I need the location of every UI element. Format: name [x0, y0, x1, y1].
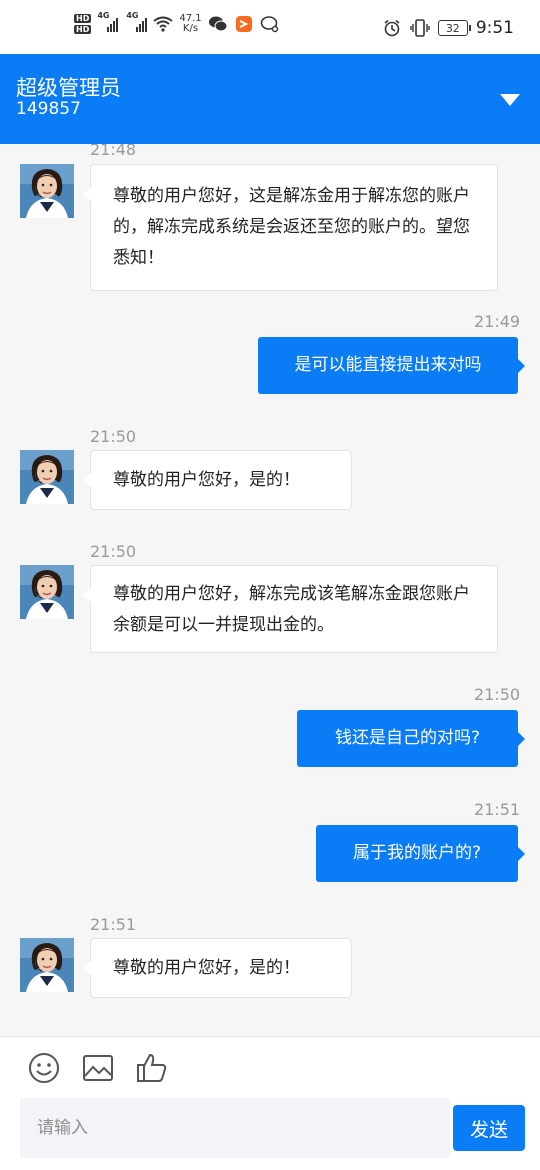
- incoming-message: 尊敬的用户您好，解冻完成该笔解冻金跟您账户余额是可以一并提现出金的。: [83, 565, 498, 653]
- hd-label-1: HD: [74, 14, 92, 23]
- signal-icon: 4G: [97, 11, 119, 32]
- contact-id: 149857: [16, 99, 81, 119]
- message-timestamp: 21:49: [474, 312, 521, 331]
- hd-icon: HD HD: [74, 14, 92, 34]
- battery-icon: 32: [437, 20, 471, 36]
- status-bar: HD HD 4G 4G 47.1 K/s 32 9:51: [0, 0, 540, 54]
- dropdown-arrow-icon[interactable]: [500, 92, 520, 106]
- network-speed-unit: K/s: [182, 23, 199, 34]
- app-icon: [234, 14, 254, 34]
- vibrate-icon: [410, 18, 430, 38]
- message-timestamp: 21:51: [474, 800, 521, 819]
- incoming-message: 尊敬的用户您好，这是解冻金用于解冻您的账户的，解冻完成系统是会返还至您的账户的。…: [83, 164, 498, 291]
- message-timestamp: 21:50: [90, 427, 137, 446]
- clock-time: 9:51: [475, 18, 514, 38]
- image-icon[interactable]: [81, 1051, 115, 1085]
- incoming-message: 尊敬的用户您好，是的！: [83, 938, 352, 998]
- agent-avatar: [20, 450, 74, 504]
- agent-avatar: [20, 565, 74, 619]
- send-button[interactable]: 发送: [453, 1105, 525, 1151]
- hd-label-2: HD: [74, 25, 92, 34]
- message-timestamp: 21:51: [90, 915, 137, 934]
- composer-bar: 发送: [0, 1036, 540, 1170]
- incoming-message: 尊敬的用户您好，是的！: [83, 450, 352, 510]
- wechat-icon: [208, 14, 228, 34]
- message-timestamp: 21:48: [90, 144, 137, 159]
- agent-avatar: [20, 938, 74, 992]
- message-list[interactable]: 21:48 尊敬的用户您好，这是解冻金用于解冻您的账户的，解冻完成系统是会返还至…: [0, 144, 540, 1036]
- message-timestamp: 21:50: [474, 685, 521, 704]
- battery-level: 32: [445, 21, 460, 35]
- signal-label-2: 4G: [126, 11, 139, 20]
- network-speed: 47.1 K/s: [179, 14, 201, 34]
- wifi-icon: [153, 14, 173, 34]
- message-timestamp: 21:50: [90, 542, 137, 561]
- outgoing-message: 是可以能直接提出来对吗: [258, 337, 525, 394]
- contact-name: 超级管理员: [16, 76, 121, 100]
- agent-avatar: [20, 164, 74, 218]
- thumbs-up-icon[interactable]: [135, 1051, 169, 1085]
- chat-search-icon: [260, 14, 280, 34]
- chat-header: 超级管理员 149857: [0, 54, 540, 144]
- outgoing-message: 钱还是自己的对吗?: [297, 710, 525, 767]
- status-left: HD HD 4G 4G 47.1 K/s: [74, 11, 280, 34]
- status-right: 32 9:51: [382, 18, 514, 38]
- outgoing-message: 属于我的账户的?: [316, 825, 525, 882]
- emoji-icon[interactable]: [27, 1051, 61, 1085]
- signal-icon: 4G: [126, 11, 148, 32]
- message-input[interactable]: [20, 1098, 450, 1158]
- signal-label-1: 4G: [97, 11, 110, 20]
- alarm-icon: [382, 18, 402, 38]
